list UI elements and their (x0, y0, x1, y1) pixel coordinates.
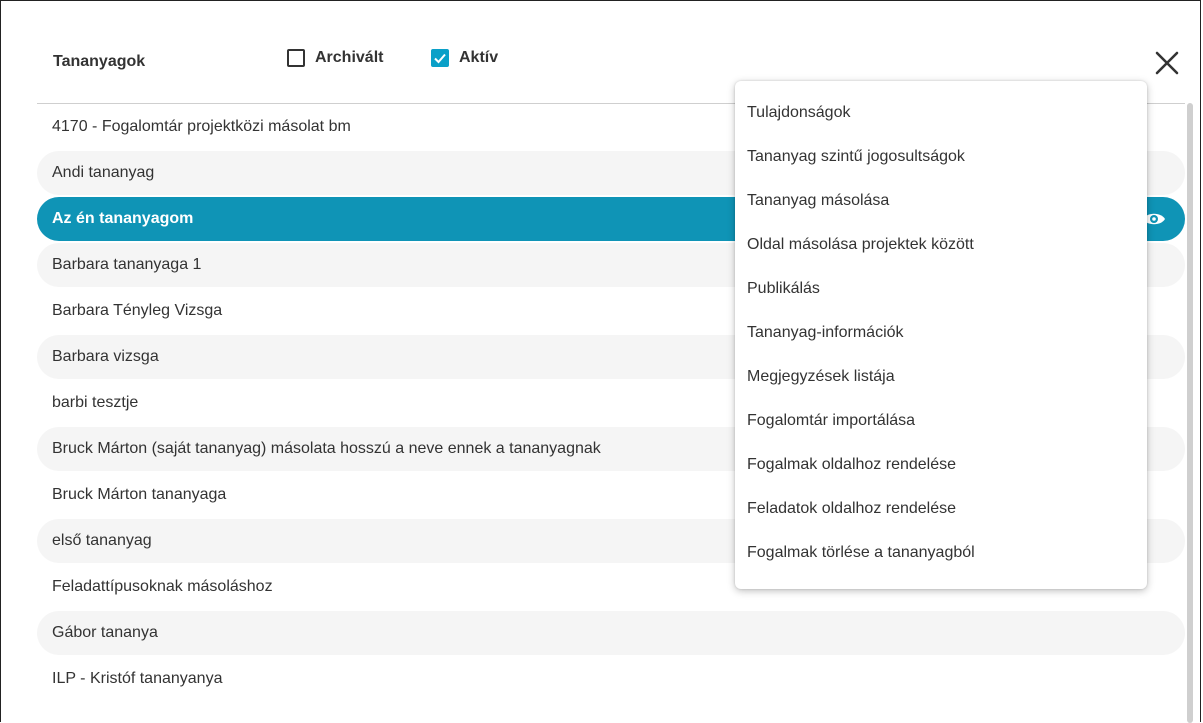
menu-item-delete-terms[interactable]: Fogalmak törlése a tananyagból (735, 531, 1147, 575)
active-checkbox[interactable] (431, 49, 449, 67)
archived-label: Archivált (315, 49, 384, 66)
dialog-title: Tananyagok (53, 53, 146, 70)
menu-item-notes-list[interactable]: Megjegyzések listája (735, 355, 1147, 399)
list-item-label: Bruck Márton (saját tananyag) másolata h… (52, 440, 601, 457)
archived-checkbox[interactable] (287, 49, 305, 67)
close-button[interactable] (1153, 49, 1181, 77)
list-item-label: Bruck Márton tananyaga (52, 486, 227, 503)
list-item-label: Gábor tananya (52, 624, 158, 641)
menu-item-assign-tasks[interactable]: Feladatok oldalhoz rendelése (735, 487, 1147, 531)
list-item-label: első tananyag (52, 532, 152, 549)
list-item-label: 4170 - Fogalomtár projektközi másolat bm (52, 118, 351, 135)
list-item-label: Barbara Tényleg Vizsga (52, 302, 223, 319)
menu-item-permissions[interactable]: Tananyag szintű jogosultságok (735, 135, 1147, 179)
menu-item-import-glossary[interactable]: Fogalomtár importálása (735, 399, 1147, 443)
menu-item-properties[interactable]: Tulajdonságok (735, 91, 1147, 135)
list-item-label: Andi tananyag (52, 164, 155, 181)
list-item-label: Barbara tananyaga 1 (52, 256, 202, 273)
list-item-label: Feladattípusoknak másoláshoz (52, 578, 273, 595)
list-item-label: ILP - Kristóf tananyanya (52, 670, 223, 687)
course-materials-dialog: Tananyagok Archivált Aktív 4170 - Fogalo… (0, 0, 1201, 723)
active-filter[interactable]: Aktív (431, 49, 498, 67)
close-icon (1155, 51, 1179, 75)
menu-item-copy-course[interactable]: Tananyag másolása (735, 179, 1147, 223)
list-item-label: Barbara vizsga (52, 348, 159, 365)
menu-item-assign-terms[interactable]: Fogalmak oldalhoz rendelése (735, 443, 1147, 487)
list-item-label: Az én tananyagom (52, 210, 194, 227)
archived-filter[interactable]: Archivált (287, 49, 383, 67)
list-item-label: barbi tesztje (52, 394, 139, 411)
list-scrollbar[interactable] (1187, 103, 1193, 723)
checkmark-icon (434, 53, 446, 64)
active-label: Aktív (459, 49, 499, 66)
menu-item-publish[interactable]: Publikálás (735, 267, 1147, 311)
list-item[interactable]: ILP - Kristóf tananyanya (37, 657, 1185, 701)
list-item[interactable]: Gábor tananya (37, 611, 1185, 655)
menu-item-copy-page[interactable]: Oldal másolása projektek között (735, 223, 1147, 267)
menu-item-course-info[interactable]: Tananyag-információk (735, 311, 1147, 355)
context-menu: Tulajdonságok Tananyag szintű jogosultsá… (735, 81, 1147, 589)
